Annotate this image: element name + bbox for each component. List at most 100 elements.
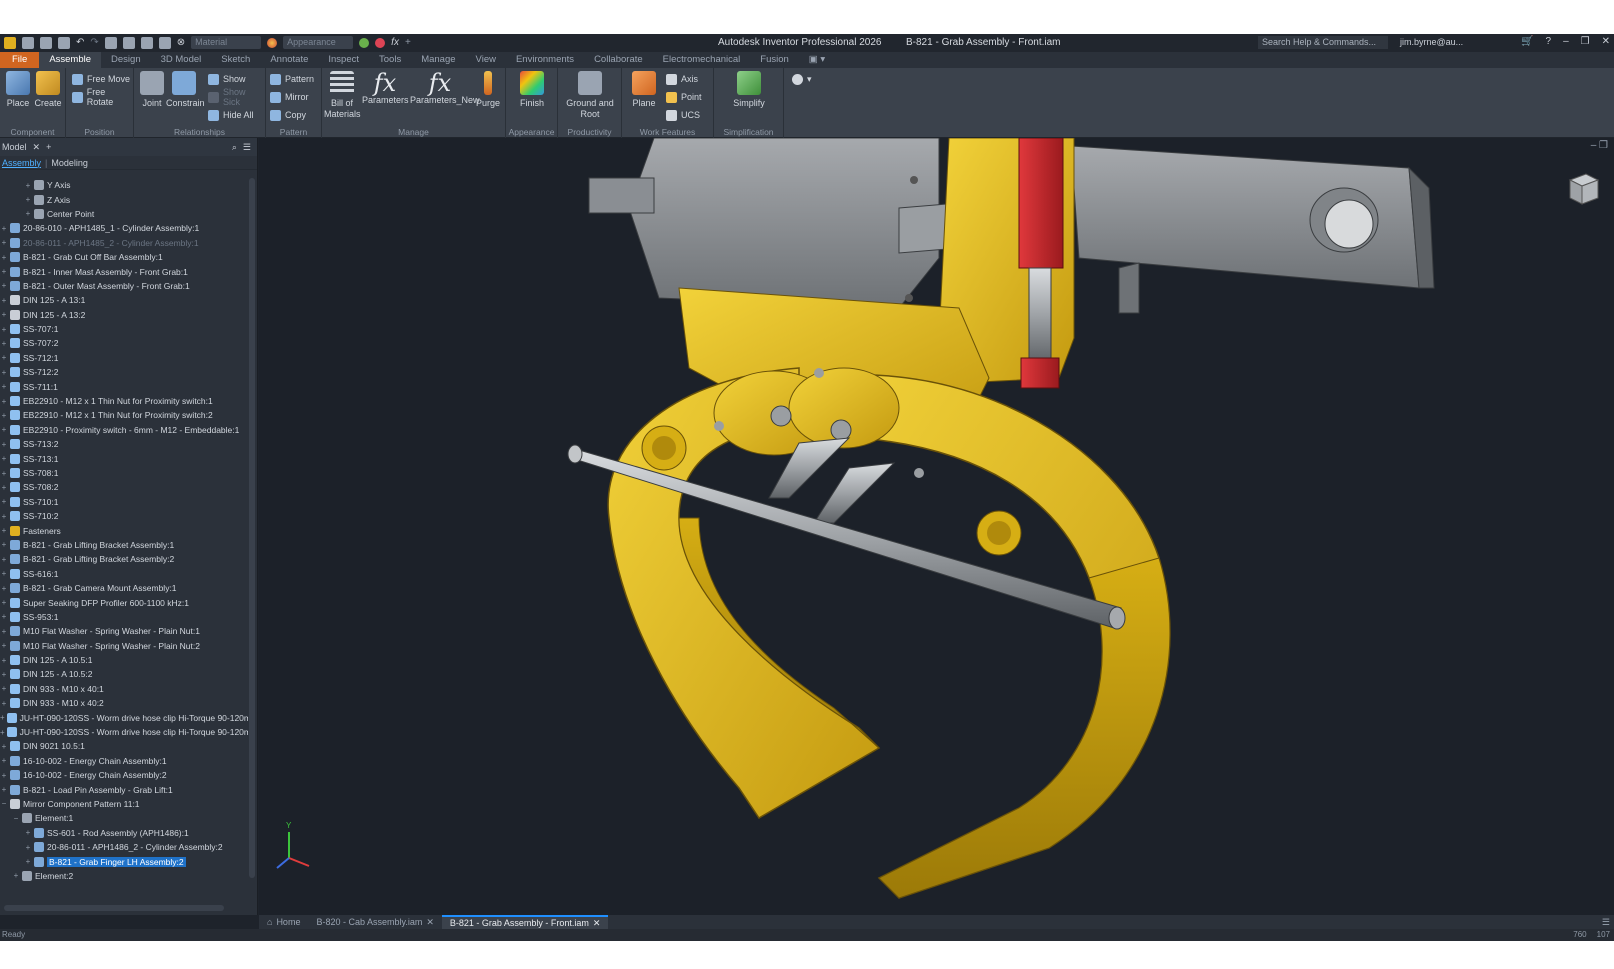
subtab-modeling[interactable]: Modeling (51, 158, 88, 168)
measure-icon[interactable] (158, 36, 171, 49)
expand-icon[interactable]: + (0, 267, 8, 276)
viewcube-icon[interactable] (1562, 168, 1602, 208)
browser-node[interactable]: + SS-712:2 (0, 365, 248, 379)
expand-icon[interactable]: + (0, 555, 8, 564)
minimize-button[interactable]: – (1563, 36, 1569, 47)
plane-button[interactable]: Plane (626, 71, 662, 109)
browser-node[interactable]: +20-86-010 - APH1485_1 - Cylinder Assemb… (0, 221, 248, 235)
free-move-button[interactable]: Free Move (72, 72, 130, 86)
expand-icon[interactable]: + (24, 195, 32, 204)
mirror-button[interactable]: Mirror (270, 90, 309, 104)
expand-icon[interactable]: + (0, 728, 5, 737)
fx-icon[interactable]: fx (391, 37, 399, 48)
bill-of-materials-button[interactable]: Bill of Materials (324, 71, 361, 120)
browser-node[interactable]: + SS-708:2 (0, 480, 248, 494)
create-button[interactable]: Create (30, 71, 66, 109)
browser-node[interactable]: − Element:1 (0, 811, 248, 825)
browser-node[interactable]: + DIN 933 - M10 x 40:2 (0, 696, 248, 710)
expand-icon[interactable]: + (0, 224, 8, 233)
browser-node[interactable]: + EB22910 - M12 x 1 Thin Nut for Proximit… (0, 394, 248, 408)
restore-button[interactable]: ❐ (1581, 36, 1590, 47)
expand-icon[interactable]: + (0, 382, 8, 391)
doc-tab-grab-assembly[interactable]: B-821 - Grab Assembly - Front.iam ✕ (441, 915, 609, 929)
close-tab-icon[interactable]: ✕ (593, 918, 601, 929)
axis-button[interactable]: Axis (666, 72, 698, 86)
browser-node[interactable]: + M10 Flat Washer - Spring Washer - Plain… (0, 624, 248, 638)
expand-icon[interactable]: + (0, 497, 8, 506)
tab-file[interactable]: File (0, 52, 40, 68)
browser-node[interactable]: + Super Seaking DFP Profiler 600-1100 kHz… (0, 595, 248, 609)
grab-assembly-model[interactable]: Y (259, 138, 1614, 915)
browser-node[interactable]: + DIN 125 - A 13:2 (0, 308, 248, 322)
browser-node[interactable]: +20-86-011 - APH1485_2 - Cylinder Assemb… (0, 236, 248, 250)
browser-node[interactable]: + B-821 - Grab Cut Off Bar Assembly:1 (0, 250, 248, 264)
browser-node[interactable]: + SS-711:1 (0, 379, 248, 393)
expand-icon[interactable]: + (12, 871, 20, 880)
browser-node[interactable]: + Center Point (0, 207, 248, 221)
browser-node[interactable]: − Mirror Component Pattern 11:1 (0, 797, 248, 811)
expand-icon[interactable]: + (0, 440, 8, 449)
browser-node[interactable]: +16-10-002 - Energy Chain Assembly:1 (0, 754, 248, 768)
expand-icon[interactable]: + (24, 828, 32, 837)
search-help-input[interactable]: Search Help & Commands... (1258, 36, 1388, 49)
browser-node[interactable]: + SS-953:1 (0, 610, 248, 624)
browser-node[interactable]: + SS-710:1 (0, 495, 248, 509)
new-icon[interactable] (22, 36, 34, 49)
browser-node[interactable]: + B-821 - Grab Lifting Bracket Assembly:1 (0, 538, 248, 552)
clear-appearance-icon[interactable] (375, 37, 386, 48)
menu-icon[interactable]: ☰ (243, 142, 251, 153)
redo-icon[interactable]: ↷ (90, 37, 98, 48)
browser-vertical-scrollbar[interactable] (249, 178, 255, 878)
tab-tools[interactable]: Tools (369, 52, 411, 68)
browser-node[interactable]: + SS-712:1 (0, 351, 248, 365)
expand-icon[interactable]: + (0, 238, 8, 247)
expand-icon[interactable]: + (0, 483, 8, 492)
pattern-button[interactable]: Pattern (270, 72, 314, 86)
expand-icon[interactable]: + (0, 411, 8, 420)
expand-icon[interactable]: + (0, 353, 8, 362)
tab-annotate[interactable]: Annotate (260, 52, 318, 68)
browser-node[interactable]: + Element:2 (0, 869, 248, 883)
expand-icon[interactable]: + (0, 699, 8, 708)
expand-icon[interactable]: + (24, 181, 32, 190)
tab-view[interactable]: View (466, 52, 506, 68)
expand-icon[interactable]: + (0, 526, 8, 535)
parameters-button[interactable]: fx Parameters (362, 71, 409, 106)
ground-and-root-button[interactable]: Ground and Root (564, 71, 616, 120)
save-icon[interactable] (58, 36, 70, 49)
expand-icon[interactable]: + (0, 310, 8, 319)
browser-node[interactable]: + B-821 - Outer Mast Assembly - Front Gra… (0, 279, 248, 293)
tab-manage[interactable]: Manage (411, 52, 465, 68)
tab-menu-icon[interactable]: ☰ (1602, 917, 1610, 928)
expand-icon[interactable]: + (0, 641, 8, 650)
close-tab-icon[interactable]: ✕ (426, 917, 434, 928)
parameters-new-button[interactable]: fx Parameters_New (410, 71, 480, 106)
expand-icon[interactable]: + (0, 713, 5, 722)
material-dropdown[interactable]: Material (191, 36, 262, 49)
browser-node[interactable]: + B-821 - Grab Finger LH Assembly:2 (0, 854, 248, 868)
doc-tab-cab-assembly[interactable]: B-820 - Cab Assembly.iam ✕ (308, 915, 441, 929)
expand-icon[interactable]: + (0, 397, 8, 406)
browser-node[interactable]: + SS-707:1 (0, 322, 248, 336)
browser-node[interactable]: +20-86-011 - APH1486_2 - Cylinder Assemb… (0, 840, 248, 854)
browser-node[interactable]: +16-10-002 - Energy Chain Assembly:2 (0, 768, 248, 782)
cancel-icon[interactable]: ⊗ (177, 37, 185, 48)
add-browser-icon[interactable]: + (46, 142, 51, 152)
ribbon-options-icon[interactable]: ▣ ▾ (799, 52, 835, 68)
user-account[interactable]: jim.byrne@au... (1400, 37, 1463, 47)
expand-icon[interactable]: + (0, 756, 8, 765)
tab-design[interactable]: Design (101, 52, 151, 68)
tab-model[interactable]: Model (2, 142, 27, 152)
tab-electromechanical[interactable]: Electromechanical (653, 52, 751, 68)
browser-node[interactable]: + B-821 - Grab Lifting Bracket Assembly:2 (0, 552, 248, 566)
browser-node[interactable]: + EB22910 - Proximity switch - 6mm - M12 … (0, 423, 248, 437)
subtab-assembly[interactable]: Assembly (2, 158, 41, 168)
browser-node[interactable]: + DIN 125 - A 10.5:2 (0, 667, 248, 681)
hide-all-button[interactable]: Hide All (208, 108, 254, 122)
plus-icon[interactable]: + (405, 37, 411, 48)
browser-node[interactable]: + DIN 125 - A 13:1 (0, 293, 248, 307)
browser-node[interactable]: + SS-616:1 (0, 567, 248, 581)
expand-icon[interactable]: + (0, 368, 8, 377)
update-icon[interactable] (122, 36, 135, 49)
add-panel-button[interactable]: ▾ (792, 72, 812, 86)
